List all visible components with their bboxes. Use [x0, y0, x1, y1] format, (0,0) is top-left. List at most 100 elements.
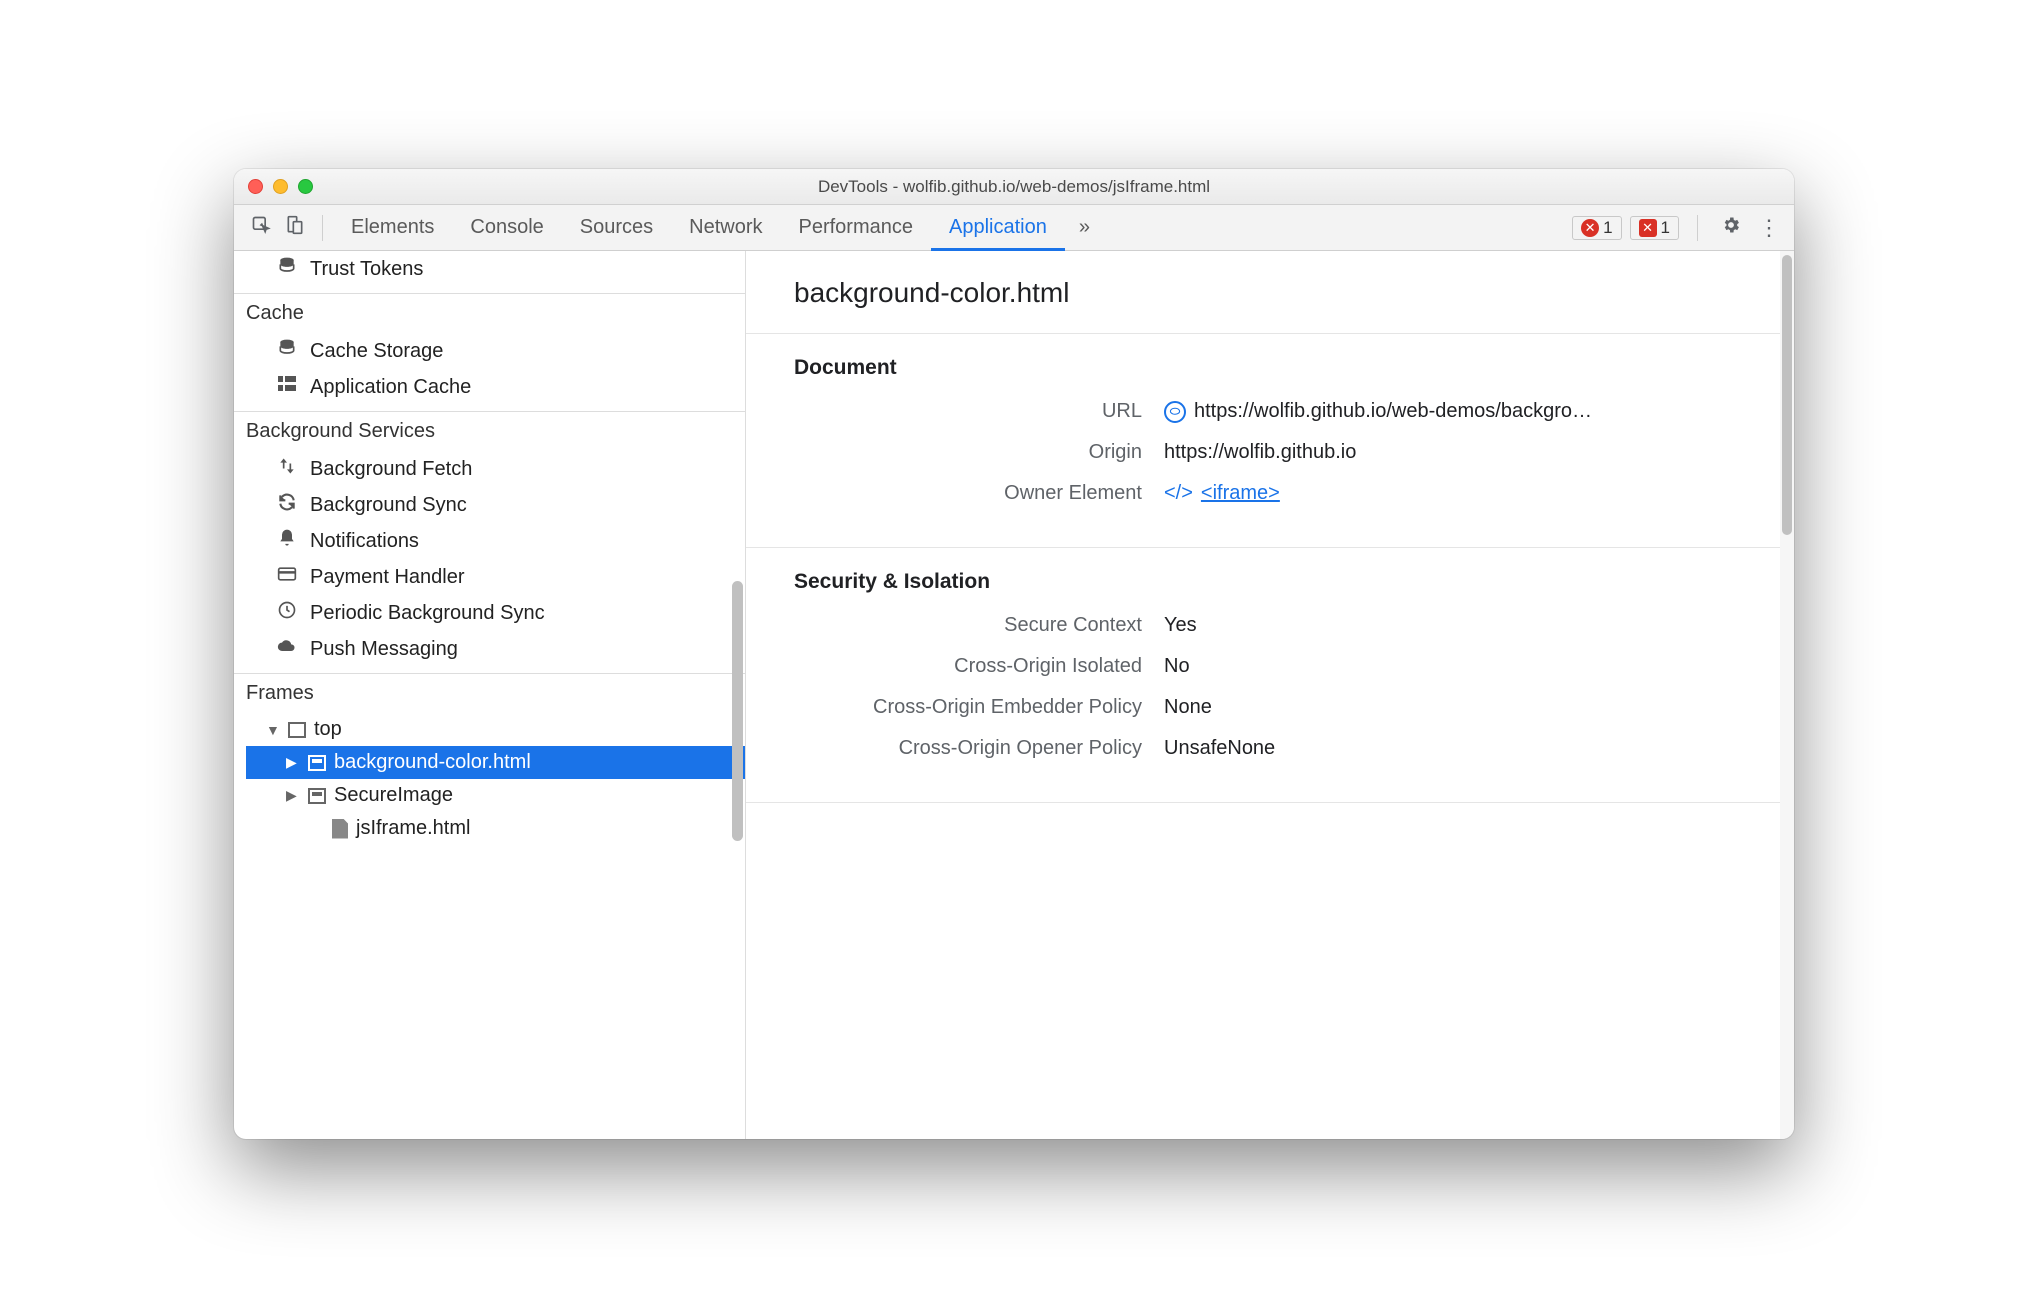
- frame-icon: [288, 722, 306, 738]
- sidebar-section-background-services: Background Services: [234, 412, 745, 451]
- sidebar: Trust Tokens Cache Cache Storage Applica…: [234, 251, 746, 1139]
- sidebar-item-label: Push Messaging: [310, 638, 458, 661]
- section-security: Security & Isolation Secure Context Yes …: [746, 547, 1780, 802]
- tab-performance[interactable]: Performance: [781, 205, 932, 251]
- sidebar-item-trust-tokens[interactable]: Trust Tokens: [234, 251, 745, 287]
- toolbar: Elements Console Sources Network Perform…: [234, 205, 1794, 251]
- tree-label: top: [314, 718, 342, 741]
- main-content: background-color.html Document URL ⬭ htt…: [746, 251, 1780, 1139]
- kv-coep: Cross-Origin Embedder Policy None: [794, 696, 1750, 719]
- sidebar-item-notifications[interactable]: Notifications: [234, 523, 745, 559]
- scrollbar-thumb[interactable]: [1782, 255, 1792, 535]
- kv-value: No: [1164, 655, 1190, 678]
- kv-label: Cross-Origin Opener Policy: [794, 737, 1164, 760]
- bell-icon: [276, 528, 298, 554]
- sidebar-item-label: Application Cache: [310, 376, 471, 399]
- issues-count: 1: [1661, 218, 1670, 238]
- page-title: background-color.html: [746, 251, 1780, 333]
- tree-row-secure-image[interactable]: ▶ SecureImage: [246, 779, 745, 812]
- clock-icon: [276, 600, 298, 626]
- tab-elements[interactable]: Elements: [333, 205, 452, 251]
- sidebar-item-label: Trust Tokens: [310, 258, 423, 281]
- sidebar-item-background-sync[interactable]: Background Sync: [234, 487, 745, 523]
- url-value: https://wolfib.github.io/web-demos/backg…: [1194, 400, 1592, 423]
- sidebar-item-label: Periodic Background Sync: [310, 602, 545, 625]
- sidebar-item-label: Cache Storage: [310, 340, 443, 363]
- sidebar-item-cache-storage[interactable]: Cache Storage: [234, 333, 745, 369]
- device-toolbar-icon[interactable]: [278, 215, 312, 241]
- sidebar-item-label: Background Fetch: [310, 458, 472, 481]
- kv-secure-context: Secure Context Yes: [794, 614, 1750, 637]
- database-icon: [276, 256, 298, 282]
- sidebar-item-background-fetch[interactable]: Background Fetch: [234, 451, 745, 487]
- sidebar-item-label: Payment Handler: [310, 566, 465, 589]
- sidebar-scrollbar[interactable]: [732, 581, 743, 841]
- tabs: Elements Console Sources Network Perform…: [333, 205, 1104, 251]
- kv-coop: Cross-Origin Opener Policy UnsafeNone: [794, 737, 1750, 760]
- kv-label: Secure Context: [794, 614, 1164, 637]
- kv-label: Cross-Origin Embedder Policy: [794, 696, 1164, 719]
- chevron-right-icon[interactable]: ▶: [286, 787, 300, 804]
- database-icon: [276, 338, 298, 364]
- iframe-icon: [308, 788, 326, 804]
- sidebar-item-application-cache[interactable]: Application Cache: [234, 369, 745, 405]
- minimize-window-button[interactable]: [273, 179, 288, 194]
- kv-value: ⬭ https://wolfib.github.io/web-demos/bac…: [1164, 400, 1592, 423]
- close-window-button[interactable]: [248, 179, 263, 194]
- tree-row-background-color[interactable]: ▶ background-color.html: [246, 746, 745, 779]
- file-icon: [332, 819, 348, 839]
- inspect-element-icon[interactable]: [244, 215, 278, 241]
- zoom-window-button[interactable]: [298, 179, 313, 194]
- cloud-icon: [276, 636, 298, 662]
- sidebar-item-label: Background Sync: [310, 494, 467, 517]
- kv-value: UnsafeNone: [1164, 737, 1275, 760]
- sidebar-item-push-messaging[interactable]: Push Messaging: [234, 631, 745, 667]
- section-title: Security & Isolation: [794, 570, 1750, 594]
- code-icon: </>: [1164, 482, 1193, 505]
- kv-value: None: [1164, 696, 1212, 719]
- kv-cross-origin-isolated: Cross-Origin Isolated No: [794, 655, 1750, 678]
- sidebar-section-frames: Frames: [234, 674, 745, 713]
- frames-tree: ▼ top ▶ background-color.html ▶ SecureIm…: [234, 713, 745, 845]
- window-title: DevTools - wolfib.github.io/web-demos/js…: [818, 177, 1210, 197]
- toolbar-right: ✕ 1 ✕ 1 ⋮: [1572, 215, 1784, 241]
- card-icon: [276, 564, 298, 590]
- kv-origin: Origin https://wolfib.github.io: [794, 441, 1750, 464]
- sidebar-item-periodic-sync[interactable]: Periodic Background Sync: [234, 595, 745, 631]
- tree-label: jsIframe.html: [356, 817, 470, 840]
- more-options-icon[interactable]: ⋮: [1754, 215, 1784, 241]
- section-title: Document: [794, 356, 1750, 380]
- tab-sources[interactable]: Sources: [562, 205, 671, 251]
- tab-network[interactable]: Network: [671, 205, 780, 251]
- kv-label: URL: [794, 400, 1164, 423]
- main-scrollbar[interactable]: [1780, 251, 1794, 1139]
- chevron-right-icon[interactable]: ▶: [286, 754, 300, 771]
- iframe-icon: [308, 755, 326, 771]
- sidebar-item-payment-handler[interactable]: Payment Handler: [234, 559, 745, 595]
- updown-icon: [276, 456, 298, 482]
- kv-owner-element: Owner Element </> <iframe>: [794, 482, 1750, 505]
- kv-value: </> <iframe>: [1164, 482, 1280, 505]
- tree-row-top[interactable]: ▼ top: [246, 713, 745, 746]
- issues-badge[interactable]: ✕ 1: [1630, 216, 1679, 240]
- tree-label: background-color.html: [334, 751, 531, 774]
- errors-count: 1: [1603, 218, 1612, 238]
- errors-badge[interactable]: ✕ 1: [1572, 216, 1621, 240]
- reveal-icon[interactable]: ⬭: [1164, 401, 1186, 423]
- tree-row-jsiframe[interactable]: jsIframe.html: [246, 812, 745, 845]
- toolbar-divider: [1697, 215, 1698, 241]
- tab-application[interactable]: Application: [931, 205, 1065, 251]
- sidebar-section-cache: Cache: [234, 294, 745, 333]
- kv-value: Yes: [1164, 614, 1197, 637]
- section-document: Document URL ⬭ https://wolfib.github.io/…: [746, 333, 1780, 547]
- devtools-window: DevTools - wolfib.github.io/web-demos/js…: [234, 169, 1794, 1139]
- kv-label: Owner Element: [794, 482, 1164, 505]
- chevron-down-icon[interactable]: ▼: [266, 722, 280, 738]
- tree-label: SecureImage: [334, 784, 453, 807]
- more-tabs-icon[interactable]: »: [1065, 216, 1104, 239]
- settings-gear-icon[interactable]: [1716, 215, 1746, 241]
- tab-console[interactable]: Console: [452, 205, 561, 251]
- kv-label: Origin: [794, 441, 1164, 464]
- owner-element-link[interactable]: <iframe>: [1201, 482, 1280, 505]
- kv-value: https://wolfib.github.io: [1164, 441, 1356, 464]
